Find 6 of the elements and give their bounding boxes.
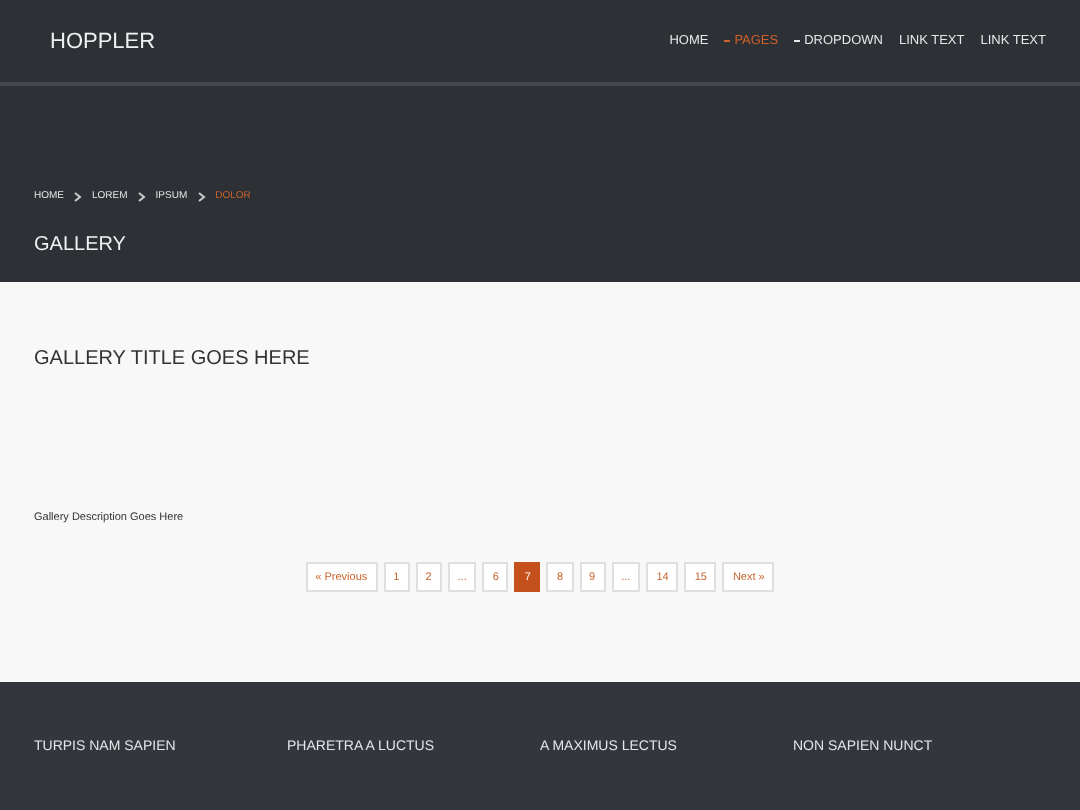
gallery-title: GALLERY TITLE GOES HERE [34,348,312,370]
site-logo[interactable]: HOPPLER [50,29,156,53]
chevron-icon [197,191,206,201]
chevron-icon [74,191,82,201]
page-title: GALLERY [34,234,128,256]
chevron-icon [137,191,146,201]
